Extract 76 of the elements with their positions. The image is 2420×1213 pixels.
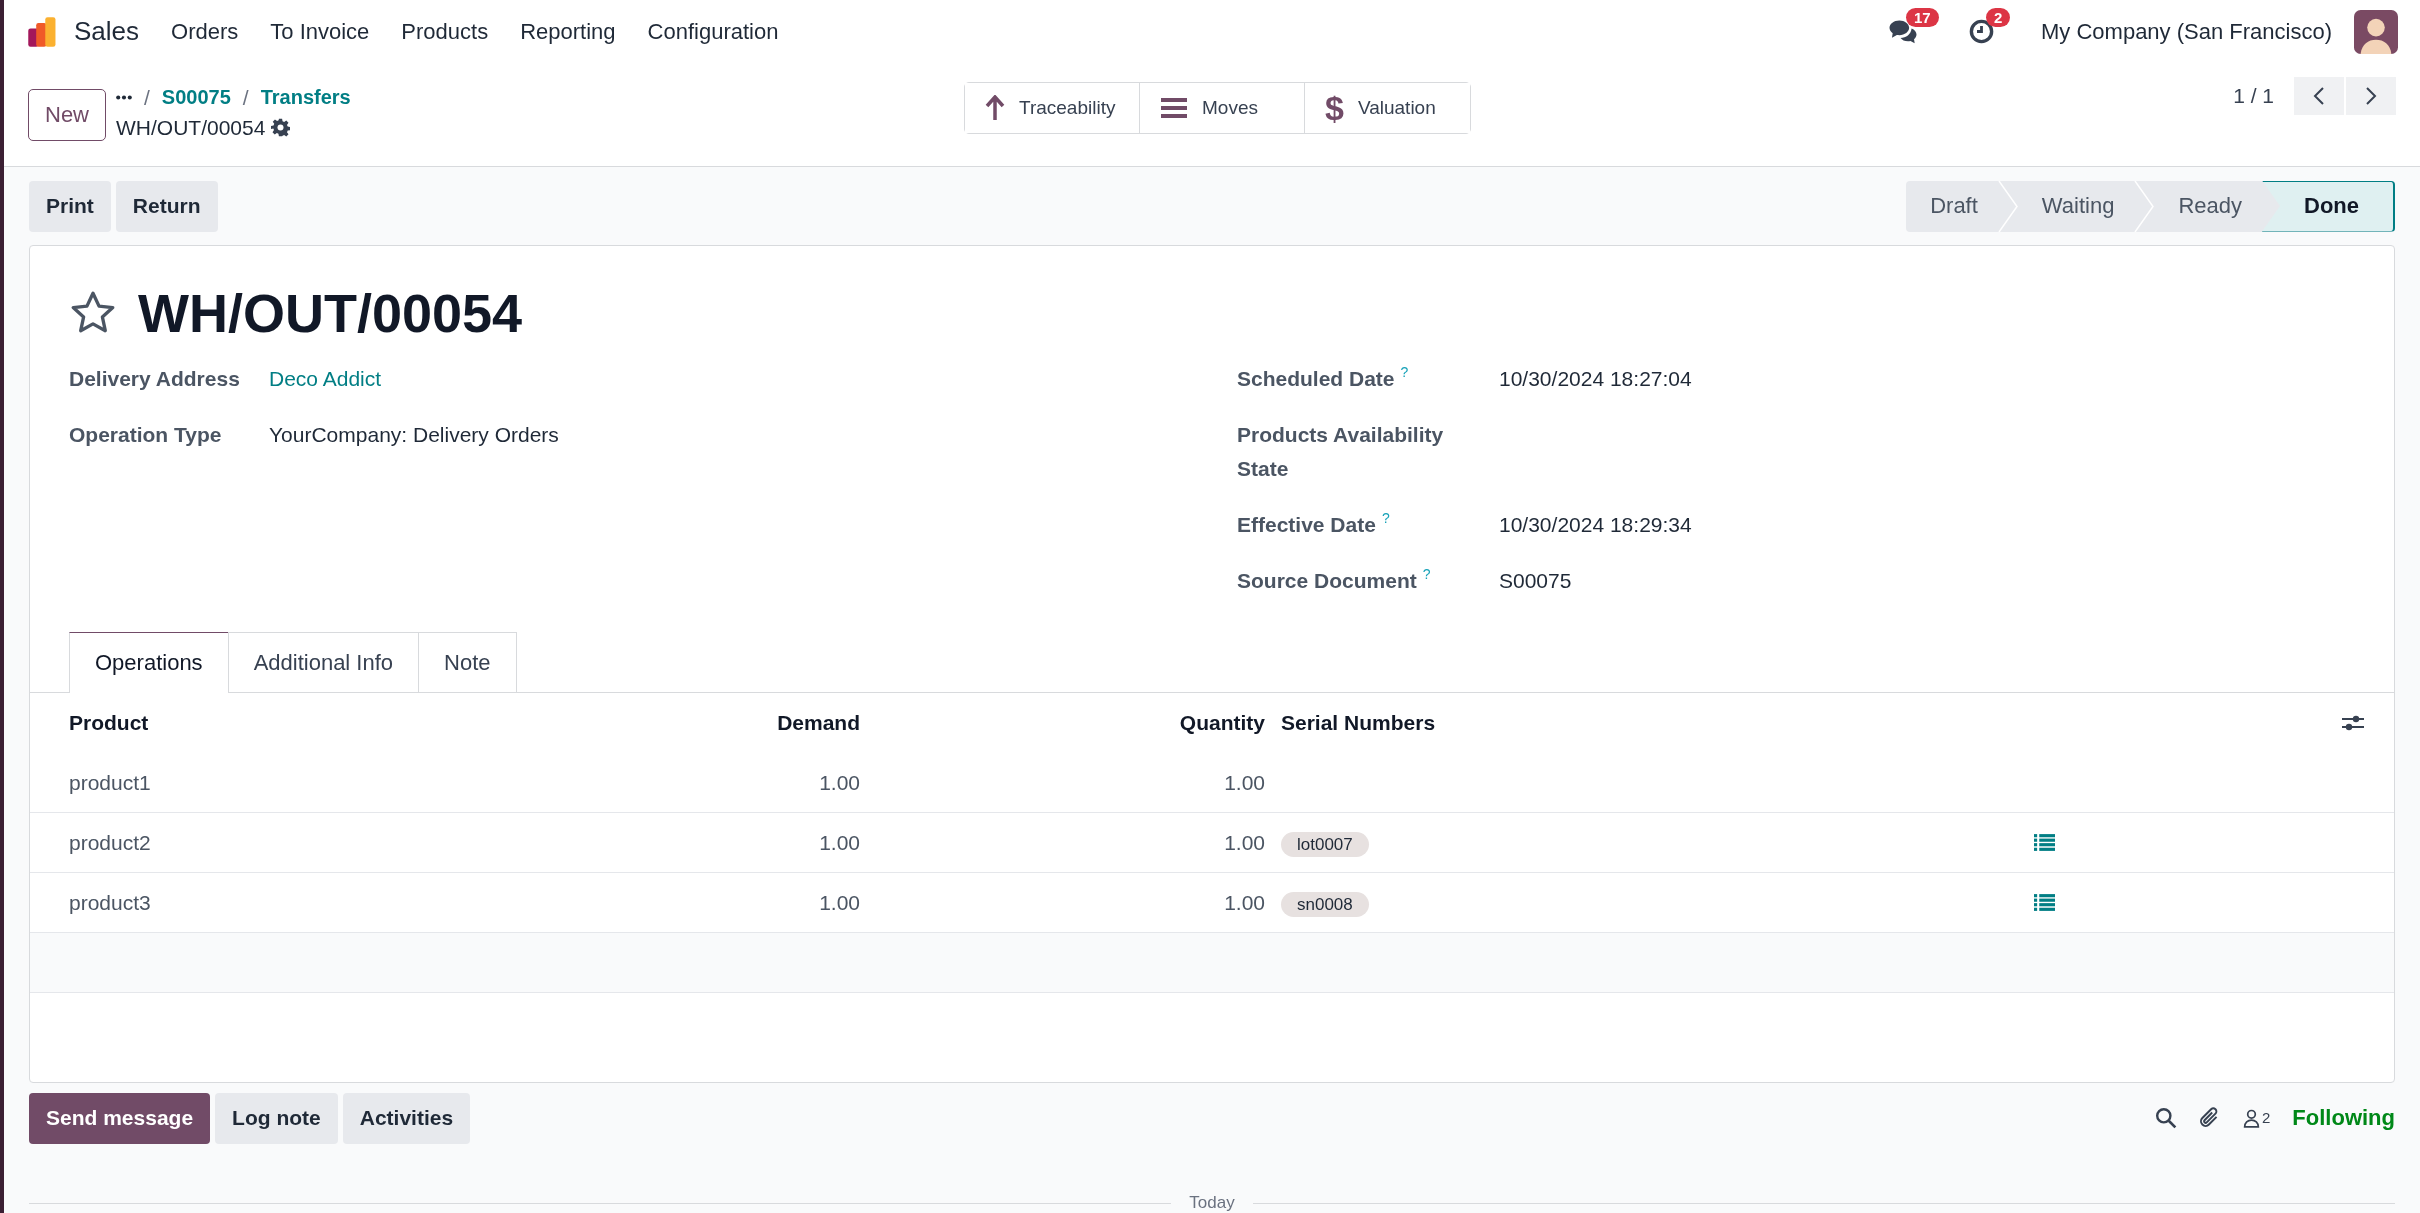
gear-icon[interactable] bbox=[271, 118, 291, 138]
step-divider-chevron bbox=[2134, 180, 2155, 232]
breadcrumb-separator: / bbox=[242, 85, 249, 110]
date-divider-label: Today bbox=[1189, 1193, 1235, 1213]
company-switcher[interactable]: My Company (San Francisco) bbox=[2041, 18, 2332, 45]
list-icon bbox=[1160, 96, 1188, 119]
action-button[interactable]: Return bbox=[115, 180, 218, 232]
table-cell-text: 1.00 bbox=[1223, 830, 1265, 855]
table-cell-text: 1.00 bbox=[1223, 770, 1265, 795]
detail-list-icon[interactable] bbox=[2033, 894, 2055, 911]
field-value: S00075 bbox=[1499, 568, 1572, 594]
previous-button[interactable] bbox=[2294, 76, 2344, 115]
chatter-button[interactable]: Activities bbox=[342, 1092, 471, 1144]
chevron-left-icon bbox=[2313, 85, 2325, 106]
breadcrumb-link[interactable]: Transfers bbox=[260, 86, 351, 110]
field-label: Delivery Address bbox=[69, 366, 241, 392]
column-header[interactable]: Product bbox=[69, 711, 560, 735]
field-value: YourCompany: Delivery Orders bbox=[269, 422, 559, 448]
status-step[interactable]: Waiting bbox=[2017, 180, 2135, 232]
next-button[interactable] bbox=[2346, 76, 2396, 115]
message-count-badge: 17 bbox=[1906, 8, 1939, 28]
dollar-icon: $ bbox=[1325, 90, 1344, 125]
status-step[interactable]: Draft bbox=[1906, 180, 1998, 232]
detail-list-icon[interactable] bbox=[2033, 834, 2055, 851]
new-button[interactable]: New bbox=[28, 88, 106, 141]
menu-item[interactable]: Orders bbox=[171, 18, 239, 45]
pager-value[interactable]: 1 / 1 bbox=[2233, 83, 2274, 108]
breadcrumb-link[interactable]: S00075 bbox=[161, 86, 231, 110]
chatter-button[interactable]: Send message bbox=[29, 1092, 211, 1144]
clock-icon[interactable] bbox=[1968, 18, 1995, 46]
field-label: Operation Type bbox=[69, 422, 223, 448]
table-cell-text: 1.00 bbox=[1223, 890, 1265, 915]
tab[interactable]: Operations bbox=[69, 632, 229, 693]
record-title: WH/OUT/00054 bbox=[138, 282, 523, 344]
column-header[interactable]: Serial Numbers bbox=[1265, 711, 2014, 735]
menu-item[interactable]: To Invoice bbox=[270, 18, 370, 45]
table-cell-text: 1.00 bbox=[818, 890, 860, 915]
breadcrumb-separator: / bbox=[144, 85, 150, 110]
status-step[interactable]: Done bbox=[2262, 180, 2395, 232]
action-button[interactable]: Print bbox=[29, 180, 111, 232]
arrow-up-icon bbox=[985, 94, 1005, 121]
table-cell-text: product3 bbox=[69, 890, 152, 915]
field-label: Products Availability State bbox=[1237, 422, 1445, 482]
followers-button[interactable]: 2 bbox=[2243, 1108, 2271, 1128]
column-header[interactable]: Quantity bbox=[860, 711, 1265, 735]
app-name[interactable]: Sales bbox=[74, 16, 140, 48]
serial-tag: sn0008 bbox=[1281, 891, 1369, 917]
chevron-right-icon bbox=[2365, 85, 2377, 106]
record-name: WH/OUT/00054 bbox=[116, 115, 266, 140]
field-link[interactable]: Deco Addict bbox=[269, 362, 382, 396]
step-divider-chevron bbox=[1997, 180, 2018, 232]
menu-item[interactable]: Products bbox=[401, 18, 489, 45]
ellipsis-icon[interactable] bbox=[116, 95, 132, 101]
status-step[interactable]: Ready bbox=[2154, 180, 2262, 232]
tab[interactable]: Note bbox=[418, 632, 517, 692]
user-avatar[interactable] bbox=[2354, 9, 2398, 54]
person-icon bbox=[2243, 1108, 2260, 1128]
field-label: Effective Date bbox=[1237, 512, 1376, 538]
field-label: Scheduled Date bbox=[1237, 366, 1395, 392]
table-cell-text: 1.00 bbox=[818, 830, 860, 855]
column-header[interactable]: Demand bbox=[560, 711, 860, 735]
field-label: Source Document bbox=[1237, 568, 1417, 594]
search-icon[interactable] bbox=[2155, 1107, 2177, 1129]
serial-tag: lot0007 bbox=[1281, 831, 1369, 857]
table-cell-text: 1.00 bbox=[818, 770, 860, 795]
field-value: 10/30/2024 18:29:34 bbox=[1499, 512, 1692, 538]
chatter-button[interactable]: Log note bbox=[215, 1092, 338, 1144]
table-cell-text: product2 bbox=[69, 830, 152, 855]
smart-button[interactable]: Traceability bbox=[965, 82, 1140, 133]
menu-item[interactable]: Reporting bbox=[520, 18, 616, 45]
field-value: 10/30/2024 18:27:04 bbox=[1499, 366, 1692, 392]
activity-count-badge: 2 bbox=[1986, 8, 2011, 28]
menu-item[interactable]: Configuration bbox=[647, 18, 779, 45]
column-settings-icon[interactable] bbox=[2342, 714, 2364, 732]
table-cell-text: product1 bbox=[69, 770, 152, 795]
following-button[interactable]: Following bbox=[2292, 1105, 2395, 1131]
